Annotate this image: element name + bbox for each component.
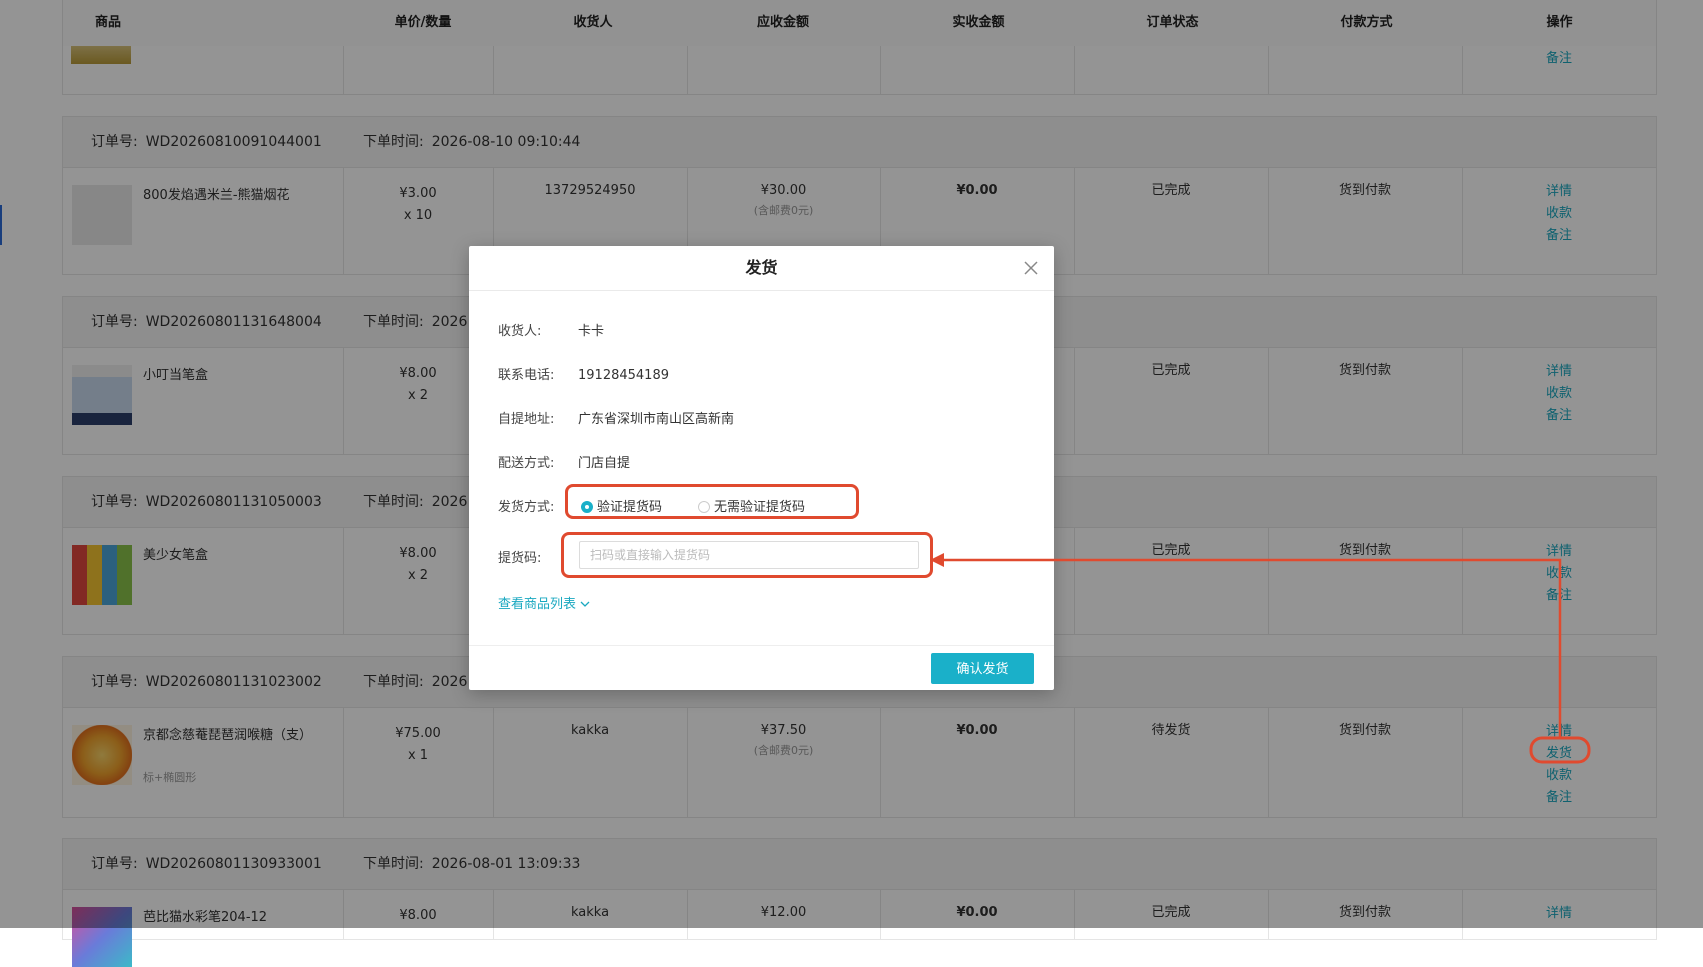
confirm-ship-button[interactable]: 确认发货 — [931, 653, 1034, 684]
pickup-code-input[interactable] — [579, 541, 919, 569]
radio-verify-code[interactable]: 验证提货码 — [581, 496, 662, 515]
delivery-row: 配送方式: 门店自提 — [498, 452, 630, 471]
address-value: 广东省深圳市南山区高新南 — [578, 412, 735, 427]
ship-dialog: 发货 收货人: 卡卡 联系电话: 19128454189 自提地址: 广东省深圳市南山… — [469, 246, 1054, 690]
dialog-footer-divider — [469, 645, 1054, 646]
receiver-row: 收货人: 卡卡 — [498, 320, 604, 339]
close-icon[interactable] — [1022, 259, 1040, 277]
delivery-value: 门店自提 — [578, 456, 631, 471]
radio-verify-label: 验证提货码 — [597, 500, 663, 515]
radio-no-verify[interactable]: 无需验证提货码 — [698, 496, 805, 515]
phone-row: 联系电话: 19128454189 — [498, 364, 669, 383]
ship-method-radio-group: 验证提货码 无需验证提货码 — [565, 484, 859, 519]
address-label: 自提地址: — [498, 412, 555, 427]
receiver-label: 收货人: — [498, 324, 542, 339]
phone-value: 19128454189 — [578, 368, 669, 383]
dialog-title: 发货 — [469, 246, 1054, 291]
address-row: 自提地址: 广东省深圳市南山区高新南 — [498, 408, 734, 427]
radio-no-verify-label: 无需验证提货码 — [714, 500, 806, 515]
receiver-value: 卡卡 — [578, 324, 605, 339]
phone-label: 联系电话: — [498, 368, 555, 383]
delivery-label: 配送方式: — [498, 456, 555, 471]
chevron-down-icon — [580, 601, 590, 607]
radio-checked-icon — [581, 501, 593, 513]
view-list-label: 查看商品列表 — [498, 597, 577, 612]
pickup-code-highlight — [561, 532, 933, 578]
view-product-list-link[interactable]: 查看商品列表 — [498, 593, 590, 612]
radio-unchecked-icon — [698, 501, 710, 513]
